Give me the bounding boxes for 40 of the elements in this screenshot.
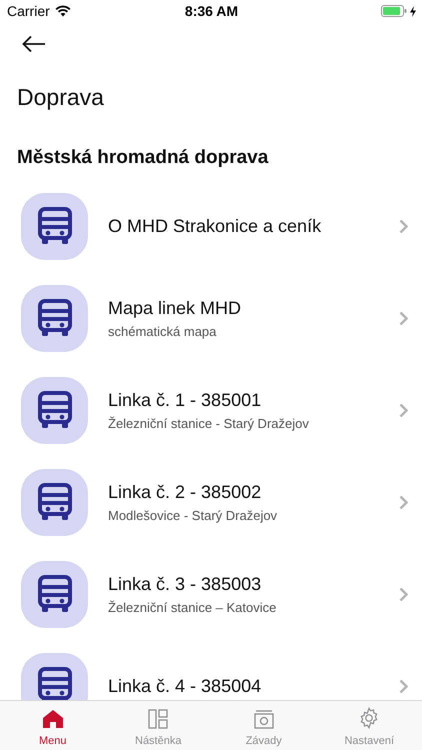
item-title: Linka č. 1 - 385001 bbox=[108, 390, 262, 410]
back-arrow-icon bbox=[22, 35, 46, 53]
carrier-label: Carrier bbox=[7, 3, 50, 19]
page-title: Doprava bbox=[17, 84, 105, 112]
item-subtitle: Modlešovice - Starý Dražejov bbox=[108, 508, 278, 522]
bus-icon bbox=[38, 667, 72, 700]
charging-icon bbox=[410, 6, 416, 16]
status-time: 8:36 AM bbox=[184, 3, 238, 19]
bus-icon bbox=[38, 575, 72, 613]
list-item[interactable]: O MHD Strakonice a ceník bbox=[0, 180, 422, 272]
dashboard-icon bbox=[148, 709, 168, 729]
item-subtitle: schématická mapa bbox=[108, 324, 218, 338]
chevron-icon bbox=[399, 402, 408, 418]
item-subtitle: Železniční stanice – Katovice bbox=[108, 600, 278, 614]
chevron-icon bbox=[399, 310, 408, 326]
item-title: Linka č. 2 - 385002 bbox=[108, 482, 262, 502]
section-title: Městská hromadná doprava bbox=[17, 147, 270, 170]
chevron-icon bbox=[399, 678, 408, 694]
bus-icon bbox=[38, 483, 72, 521]
bus-icon bbox=[38, 391, 72, 429]
item-title: O MHD Strakonice a ceník bbox=[108, 216, 322, 236]
list-item[interactable]: Linka č. 1 - 385001 Železniční stanice - Starý Dražejov bbox=[0, 364, 422, 456]
battery-icon bbox=[380, 5, 407, 17]
item-title: Mapa linek MHD bbox=[108, 298, 242, 318]
chevron-icon bbox=[399, 494, 408, 510]
bus-icon bbox=[38, 207, 72, 245]
list-item[interactable]: Linka č. 3 - 385003 Železniční stanice – Katovice bbox=[0, 548, 422, 640]
item-title: Linka č. 3 - 385003 bbox=[108, 574, 262, 594]
bus-icon bbox=[38, 299, 72, 337]
chevron-icon bbox=[399, 218, 408, 234]
list-item[interactable]: Mapa linek MHD schématická mapa bbox=[0, 272, 422, 364]
item-subtitle: Železniční stanice - Starý Dražejov bbox=[108, 416, 310, 430]
settings-icon bbox=[358, 707, 380, 729]
tab[interactable]: Menu bbox=[0, 701, 106, 750]
wifi-icon bbox=[54, 5, 71, 17]
chevron-icon bbox=[399, 586, 408, 602]
list-item[interactable]: Linka č. 2 - 385002 Modlešovice - Starý Dražejov bbox=[0, 456, 422, 548]
home-icon bbox=[42, 709, 64, 729]
item-title: Linka č. 4 - 385004 bbox=[108, 676, 262, 696]
camera-icon bbox=[254, 709, 274, 729]
